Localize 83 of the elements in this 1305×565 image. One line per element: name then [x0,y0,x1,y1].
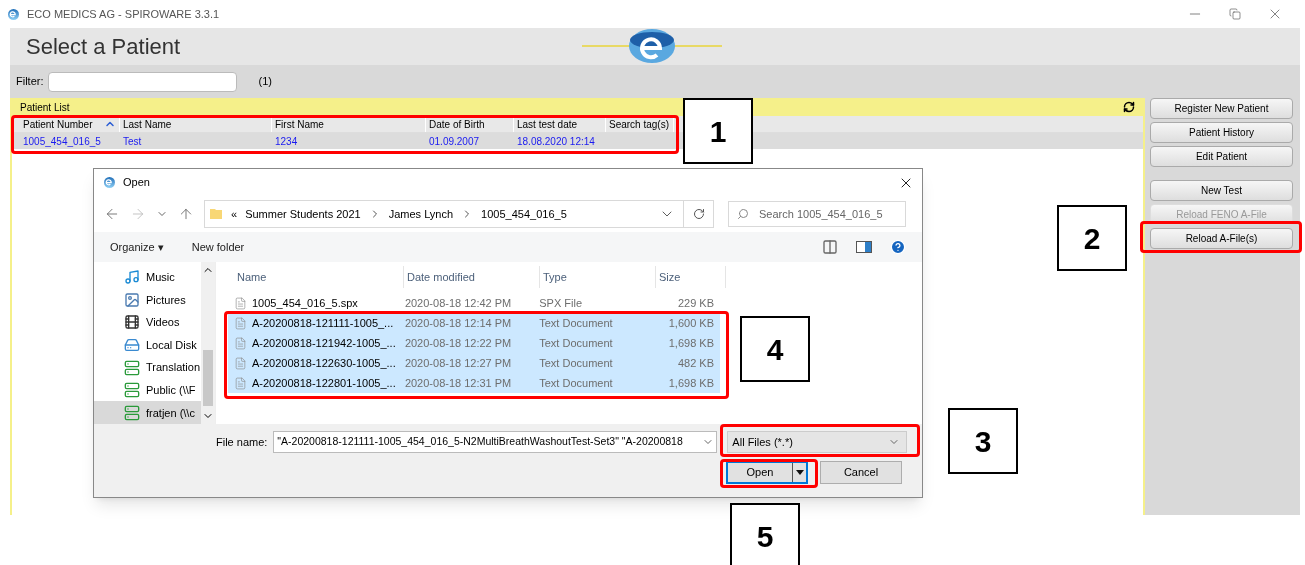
document-icon [234,356,247,370]
cancel-button[interactable]: Cancel [820,461,902,484]
file-row[interactable]: A-20200818-121111-1005_... 2020-08-18 12:14 PM Text Document 1,600 KB [228,313,720,333]
result-count: (1) [258,74,272,90]
breadcrumb-item[interactable]: 1005_454_016_5 [481,205,567,223]
app-logo-icon [8,8,19,20]
document-icon [234,296,247,310]
document-icon [234,376,247,390]
file-type-dropdown[interactable]: All Files (*.*) [727,431,908,453]
dropdown-arrow-icon[interactable] [795,470,804,475]
column-header[interactable]: Type [540,266,656,288]
page-title: Select a Patient [26,33,181,61]
table-cell-text: 1005_454_016_5 [22,134,102,149]
dialog-title: Open [123,175,150,191]
table-cell-text: 1234 [274,134,299,149]
callout-number: 3 [948,408,1018,474]
table-cell-text: Test [122,134,143,149]
column-header[interactable]: Date of Birth [426,116,514,132]
column-header[interactable]: Last test date [514,116,606,132]
file-row[interactable]: A-20200818-122801-1005_... 2020-08-18 12:31 PM Text Document 1,698 KB [228,373,720,393]
callout-number: 1 [683,98,753,164]
callout-number: 4 [740,316,810,382]
column-header[interactable]: Search tag(s) [606,116,674,132]
network-drive-icon [124,382,140,399]
nav-item[interactable]: Videos [94,311,201,334]
nav-item[interactable]: Pictures [94,288,201,312]
window-title: ECO MEDICS AG - SPIROWARE 3.3.1 [27,6,220,22]
preview-pane-icon[interactable] [856,241,872,253]
table-cell-text: 18.08.2020 12:14 [516,134,596,149]
film-icon [124,314,140,331]
view-options-icon[interactable] [822,239,838,255]
filter-label: Filter: [16,74,44,90]
action-button[interactable]: Edit Patient [1150,146,1293,167]
search-icon [737,208,749,220]
nav-item[interactable]: Translation [94,356,201,379]
nav-item[interactable]: fratjen (\\c [94,401,201,425]
address-bar[interactable]: « Summer Students 2021 James Lynch 1005_454_016_5 [204,200,714,228]
document-icon [234,316,247,330]
refresh-icon[interactable] [1123,101,1135,113]
pictures-icon [124,291,140,308]
toolbar-button[interactable]: New folder [191,238,245,256]
filter-field[interactable] [47,71,237,92]
column-header[interactable]: Patient Number [20,116,120,132]
action-button[interactable]: Reload A-File(s) [1150,228,1293,249]
action-button[interactable]: Register New Patient [1150,98,1293,119]
callout-number: 5 [730,503,800,565]
file-name-field[interactable]: "A-20200818-121111-1005_454_016_5-N2MultiBreathWashoutTest-Set3" "A-20200818 [273,431,718,453]
network-drive-icon [124,404,140,421]
column-header[interactable]: Last Name [120,116,272,132]
dialog-logo-icon [104,177,115,188]
file-name-label: File name: [216,434,268,450]
open-button[interactable]: Open [726,461,808,484]
callout-number: 2 [1057,205,1127,271]
file-row[interactable]: 1005_454_016_5.spx 2020-08-18 12:42 PM SPX File 229 KB [228,293,720,313]
network-drive-icon [124,359,140,376]
back-icon[interactable] [104,206,120,222]
breadcrumb-item[interactable]: Summer Students 2021 [245,205,361,223]
breadcrumb-item[interactable]: « [231,205,238,223]
restore-icon[interactable] [1229,8,1241,20]
help-icon[interactable] [890,239,906,255]
column-header[interactable]: Name [234,266,404,288]
nav-scrollbar[interactable] [201,262,215,424]
folder-icon [209,207,223,221]
music-note-icon [124,269,140,286]
nav-item[interactable]: Music [94,266,201,289]
file-row[interactable]: A-20200818-122630-1005_... 2020-08-18 12:27 PM Text Document 482 KB [228,353,720,373]
up-folder-icon[interactable] [178,206,194,222]
column-header[interactable]: Date modified [404,266,540,288]
search-field[interactable]: Search 1005_454_016_5 [728,201,906,227]
document-icon [234,336,247,350]
file-row[interactable]: A-20200818-121942-1005_... 2020-08-18 12:22 PM Text Document 1,698 KB [228,333,720,353]
nav-item[interactable]: Local Disk [94,333,201,357]
refresh-icon[interactable] [692,208,705,220]
panel-title: Patient List [20,100,70,115]
nav-item[interactable]: Public (\\F [94,378,201,402]
table-cell-text: 01.09.2007 [428,134,481,149]
action-button[interactable]: Patient History [1150,122,1293,143]
column-header[interactable]: Size [656,266,726,288]
search-placeholder: Search 1005_454_016_5 [759,206,883,222]
toolbar-button[interactable]: Organize ▾ [110,238,164,256]
breadcrumb-item[interactable]: James Lynch [388,205,454,223]
column-header[interactable]: First Name [272,116,426,132]
action-button[interactable]: New Test [1150,180,1293,201]
